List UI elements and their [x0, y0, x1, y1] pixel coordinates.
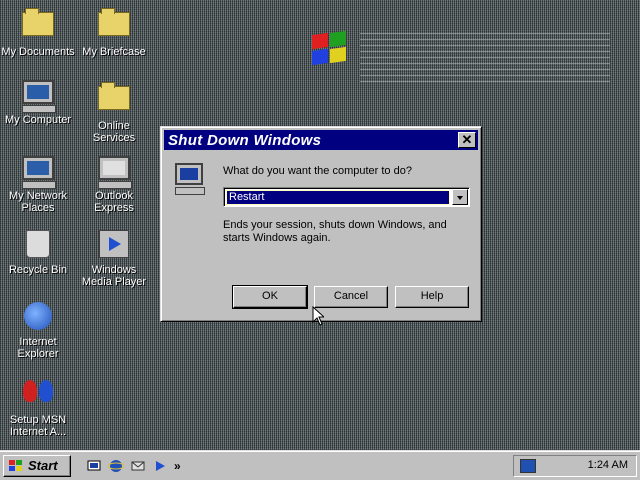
desktop-icon-label: Windows Media Player [81, 264, 147, 288]
quick-launch-bar: » [86, 457, 181, 475]
desktop-icon-my-network-places[interactable]: My Network Places [0, 154, 76, 214]
close-icon: ✕ [461, 132, 473, 147]
briefcase-icon [98, 8, 130, 44]
clock[interactable]: 1:24 AM [588, 459, 628, 471]
desktop-icon-label: Outlook Express [94, 190, 134, 214]
shut-down-dialog: Shut Down Windows ✕ What do you want the… [160, 126, 482, 322]
dialog-title: Shut Down Windows [168, 132, 322, 149]
desktop-icon-label: Recycle Bin [8, 264, 68, 276]
dialog-prompt: What do you want the computer to do? [223, 165, 412, 177]
system-tray: 1:24 AM [513, 455, 637, 477]
taskbar: Start » 1:24 AM [0, 450, 640, 480]
start-label: Start [28, 458, 58, 473]
desktop-icon-windows-media-player[interactable]: Windows Media Player [76, 228, 152, 288]
desktop-icon-outlook-express[interactable]: Outlook Express [76, 154, 152, 214]
desktop-icon-online-services[interactable]: Online Services [76, 78, 152, 144]
desktop-icon-label: Setup MSN Internet A... [9, 414, 67, 438]
start-button[interactable]: Start [3, 455, 71, 477]
ok-button[interactable]: OK [232, 285, 308, 309]
cancel-button[interactable]: Cancel [314, 286, 388, 308]
desktop-icon-setup-msn[interactable]: Setup MSN Internet A... [0, 378, 76, 438]
folder-icon [22, 8, 54, 44]
computer-icon [22, 80, 56, 113]
desktop-icon-label: My Computer [4, 114, 72, 126]
chevron-down-icon[interactable] [452, 189, 468, 205]
desktop-icon-label: Online Services [92, 120, 136, 144]
desktop-icon-label: Internet Explorer [17, 336, 59, 360]
media-player-icon [98, 230, 130, 262]
mouse-cursor-icon [312, 306, 324, 326]
outlook-icon[interactable] [130, 458, 146, 474]
shutdown-option-select[interactable]: Restart [223, 187, 470, 207]
tray-app-icon[interactable] [520, 459, 536, 473]
desktop-icon-my-documents[interactable]: My Documents [0, 4, 76, 58]
media-player-icon[interactable] [152, 458, 168, 474]
desktop-icon-my-briefcase[interactable]: My Briefcase [76, 4, 152, 58]
desktop-icon-label: My Briefcase [82, 46, 146, 58]
desktop-icon-label: My Network Places [8, 190, 68, 214]
ie-icon[interactable] [108, 458, 124, 474]
mail-icon [98, 156, 132, 189]
logo-streaks [360, 32, 610, 82]
windows-flag-icon [9, 460, 22, 471]
folder-icon [98, 82, 130, 118]
desktop-icon-label: My Documents [1, 46, 75, 58]
help-button[interactable]: Help [395, 286, 469, 308]
msn-butterfly-icon [22, 380, 54, 412]
show-desktop-icon[interactable] [86, 458, 102, 474]
desktop-icon-internet-explorer[interactable]: Internet Explorer [0, 302, 76, 360]
ie-icon [22, 302, 54, 334]
close-button[interactable]: ✕ [458, 132, 476, 148]
network-icon [22, 156, 56, 189]
desktop-icon-my-computer[interactable]: My Computer [0, 78, 76, 126]
desktop-icon-recycle-bin[interactable]: Recycle Bin [0, 228, 76, 276]
chevron-right-icon[interactable]: » [174, 459, 181, 473]
windows-logo [298, 30, 358, 78]
computer-icon [175, 163, 209, 197]
recycle-bin-icon [22, 230, 54, 262]
selected-option[interactable]: Restart [226, 190, 450, 205]
dialog-title-bar[interactable]: Shut Down Windows ✕ [164, 130, 478, 150]
option-description: Ends your session, shuts down Windows, a… [223, 219, 447, 244]
